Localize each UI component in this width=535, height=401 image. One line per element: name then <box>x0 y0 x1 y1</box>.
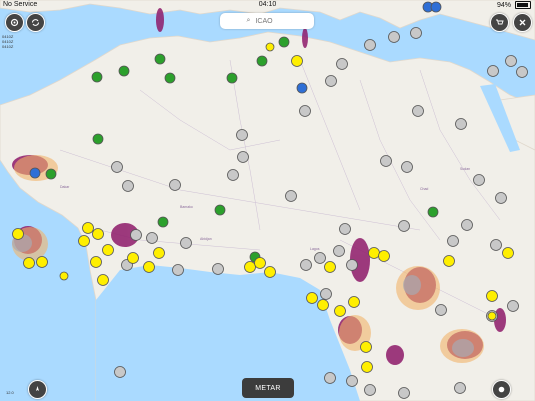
tools-button[interactable] <box>513 13 532 32</box>
svg-text:Bamako: Bamako <box>180 205 193 209</box>
station-marker-vfr <box>118 65 130 77</box>
station-marker-vfr <box>256 55 268 67</box>
station-marker-vfr <box>278 36 290 48</box>
svg-text:Lagos: Lagos <box>310 247 320 251</box>
station-marker-mvfr <box>296 82 308 94</box>
svg-text:Chad: Chad <box>420 187 428 191</box>
map-canvas[interactable]: Bamako Dakar Chad Abidjan Lagos Sudan <box>0 0 535 401</box>
status-icons: 94% <box>497 1 531 9</box>
icao-search-input[interactable] <box>253 16 288 26</box>
overlay-timestamp-3: 0410Z <box>2 44 14 49</box>
battery-percent: 94% <box>496 1 511 9</box>
wrench-icon <box>519 19 526 26</box>
cart-icon <box>496 19 504 25</box>
station-marker-vfr <box>226 72 238 84</box>
battery-icon <box>515 1 531 9</box>
station-marker-vfr <box>92 133 104 145</box>
settings-button[interactable] <box>5 13 24 32</box>
svg-text:Abidjan: Abidjan <box>200 237 212 241</box>
station-marker-vfr <box>427 206 439 218</box>
record-icon <box>498 386 505 393</box>
station-marker-vfr <box>45 168 57 180</box>
locate-button[interactable] <box>28 380 47 399</box>
station-marker-vfr <box>154 53 166 65</box>
svg-text:Dakar: Dakar <box>60 185 70 189</box>
station-marker-mvfr <box>29 167 41 179</box>
station-marker-vfr <box>164 72 176 84</box>
clock: 04:10 <box>258 1 277 8</box>
animation-button[interactable] <box>492 380 511 399</box>
refresh-button[interactable] <box>26 13 45 32</box>
gear-icon <box>10 18 19 27</box>
icao-search-box[interactable]: ⌕ <box>220 13 314 29</box>
station-marker-vfr <box>91 71 103 83</box>
refresh-icon <box>31 19 40 26</box>
station-marker-vfr <box>214 204 226 216</box>
compass-icon <box>36 386 39 391</box>
svg-text:Sudan: Sudan <box>460 167 470 171</box>
search-icon: ⌕ <box>246 17 251 24</box>
layers-button[interactable] <box>490 13 509 32</box>
zoom-level: 12.0 <box>6 390 14 395</box>
station-marker-vfr <box>157 216 169 228</box>
status-bar: No Service 04:10 94% <box>0 0 535 12</box>
metar-button[interactable]: METAR <box>242 378 294 398</box>
